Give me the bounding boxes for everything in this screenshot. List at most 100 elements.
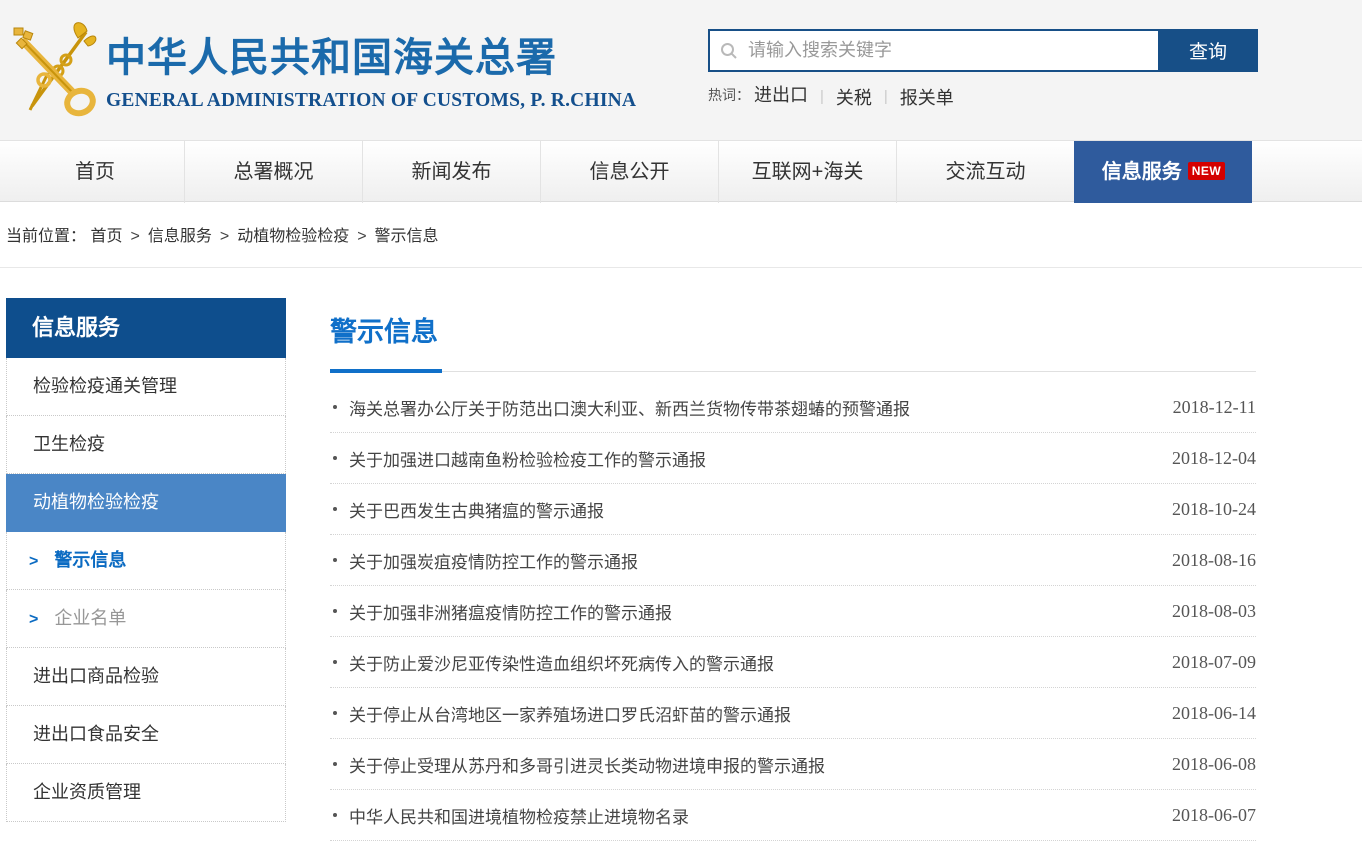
page-title: 警示信息: [330, 310, 1256, 349]
bullet-icon: [333, 405, 337, 409]
breadcrumb-separator: >: [130, 228, 139, 245]
news-link[interactable]: 海关总署办公厅关于防范出口澳大利亚、新西兰货物传带茶翅蝽的预警通报: [349, 395, 1153, 420]
breadcrumb-items: >首页 > 信息服务>动植物检验检疫 > 警示信息: [86, 228, 439, 245]
customs-emblem-icon: [8, 18, 100, 118]
sidebar-item[interactable]: >进出口食品安全: [6, 706, 286, 764]
hotword: | 关税: [808, 84, 872, 110]
news-link[interactable]: 关于停止受理从苏丹和多哥引进灵长类动物进境申报的警示通报: [349, 752, 1152, 777]
bullet-icon: [333, 507, 337, 511]
sidebar-item[interactable]: >动植物检验检疫: [6, 474, 286, 532]
news-link[interactable]: 关于巴西发生古典猪瘟的警示通报: [349, 497, 1152, 522]
nav-item-label: 交流互动: [946, 161, 1026, 183]
bullet-icon: [333, 558, 337, 562]
news-link[interactable]: 关于加强非洲猪瘟疫情防控工作的警示通报: [349, 599, 1152, 624]
site-title-chinese: 中华人民共和国海关总署: [106, 25, 636, 83]
bullet-icon: [333, 762, 337, 766]
sidebar: 信息服务 >检验检疫通关管理 >卫生检疫 >动植物检验检疫 >警示信息 >企业名…: [6, 298, 286, 841]
news-row: 海关总署办公厅关于防范出口澳大利亚、新西兰货物传带茶翅蝽的预警通报 2018-1…: [330, 382, 1256, 433]
hotwords-row: 热词： |进出口 | 关税 | 报关单: [708, 81, 1258, 110]
breadcrumb-label: 当前位置：: [6, 228, 86, 245]
site-header: 中华人民共和国海关总署 GENERAL ADMINISTRATION OF CU…: [0, 0, 1362, 140]
news-row: 关于巴西发生古典猪瘟的警示通报 2018-10-24: [330, 484, 1256, 535]
main-content: 警示信息 海关总署办公厅关于防范出口澳大利亚、新西兰货物传带茶翅蝽的预警通报 2…: [330, 298, 1256, 841]
content: 信息服务 >检验检疫通关管理 >卫生检疫 >动植物检验检疫 >警示信息 >企业名…: [6, 298, 1256, 841]
sidebar-menu: >检验检疫通关管理 >卫生检疫 >动植物检验检疫 >警示信息 >企业名单 >进出…: [6, 358, 286, 822]
nav-item-label: 首页: [75, 161, 115, 183]
news-row: 关于停止从台湾地区一家养殖场进口罗氏沼虾苗的警示通报 2018-06-14: [330, 688, 1256, 739]
nav-item[interactable]: 互联网+海关: [718, 141, 896, 203]
breadcrumb-link[interactable]: 信息服务: [148, 228, 212, 245]
news-date: 2018-06-08: [1172, 754, 1256, 775]
breadcrumb-link[interactable]: 动植物检验检疫: [237, 228, 349, 245]
breadcrumb-separator: >: [357, 228, 366, 245]
news-link[interactable]: 关于停止从台湾地区一家养殖场进口罗氏沼虾苗的警示通报: [349, 701, 1152, 726]
chevron-right-icon: >: [29, 553, 38, 570]
nav-item-label: 新闻发布: [412, 161, 492, 183]
bullet-icon: [333, 813, 337, 817]
news-link[interactable]: 关于加强进口越南鱼粉检验检疫工作的警示通报: [349, 446, 1152, 471]
hotword-separator: |: [820, 88, 824, 105]
bullet-icon: [333, 711, 337, 715]
sidebar-item-label: 进出口商品检验: [33, 666, 159, 686]
breadcrumb-item: > 警示信息: [349, 228, 438, 245]
news-row: 关于停止受理从苏丹和多哥引进灵长类动物进境申报的警示通报 2018-06-08: [330, 739, 1256, 790]
site-title-english: GENERAL ADMINISTRATION OF CUSTOMS, P. R.…: [106, 90, 636, 112]
new-badge: NEW: [1188, 162, 1226, 180]
nav-item[interactable]: 首页: [6, 141, 184, 203]
sidebar-item[interactable]: > 警示信息: [6, 532, 286, 590]
hotword-link[interactable]: 进出口: [754, 81, 808, 107]
nav-item-label: 信息服务: [1102, 161, 1182, 183]
hotword-link[interactable]: 关税: [836, 84, 872, 110]
bullet-icon: [333, 609, 337, 613]
news-link[interactable]: 中华人民共和国进境植物检疫禁止进境物名录: [349, 803, 1152, 828]
brand-logo-block[interactable]: 中华人民共和国海关总署 GENERAL ADMINISTRATION OF CU…: [8, 18, 636, 118]
sidebar-item[interactable]: >企业名单: [6, 590, 286, 648]
bullet-icon: [333, 456, 337, 460]
breadcrumb-link[interactable]: 警示信息: [375, 228, 439, 245]
search-area: 查询 热词： |进出口 | 关税 | 报关单: [708, 29, 1258, 110]
nav-item[interactable]: 信息公开: [540, 141, 718, 203]
sidebar-item[interactable]: >进出口商品检验: [6, 648, 286, 706]
hotword-separator: |: [884, 88, 888, 105]
nav-item[interactable]: 信息服务 NEW: [1074, 141, 1252, 203]
brand-text: 中华人民共和国海关总署 GENERAL ADMINISTRATION OF CU…: [106, 25, 636, 112]
hotwords-list: |进出口 | 关税 | 报关单: [754, 81, 954, 110]
nav-item[interactable]: 新闻发布: [362, 141, 540, 203]
breadcrumb-link[interactable]: 首页: [90, 228, 122, 245]
chevron-right-icon: >: [29, 611, 38, 628]
nav-items: 首页 总署概况 新闻发布 信息公开 互联网+海关 交流互动 信息服务 NEW: [6, 141, 1256, 203]
news-row: 关于加强炭疽疫情防控工作的警示通报 2018-08-16: [330, 535, 1256, 586]
search-button[interactable]: 查询: [1158, 29, 1258, 72]
nav-item[interactable]: 总署概况: [184, 141, 362, 203]
nav-item-label: 互联网+海关: [752, 161, 864, 183]
breadcrumb-bar: 当前位置： >首页 > 信息服务>动植物检验检疫 > 警示信息: [0, 202, 1362, 268]
page: 中华人民共和国海关总署 GENERAL ADMINISTRATION OF CU…: [0, 0, 1362, 841]
sidebar-item[interactable]: >检验检疫通关管理: [6, 358, 286, 416]
sidebar-item[interactable]: >企业资质管理: [6, 764, 286, 822]
news-date: 2018-12-04: [1172, 448, 1256, 469]
news-link[interactable]: 关于防止爱沙尼亚传染性造血组织坏死病传入的警示通报: [349, 650, 1152, 675]
breadcrumb-item: >首页: [90, 228, 122, 245]
hotword-link[interactable]: 报关单: [900, 84, 954, 110]
hotword: |进出口: [754, 81, 808, 107]
nav-item[interactable]: 交流互动: [896, 141, 1074, 203]
sidebar-title: 信息服务: [6, 298, 286, 358]
hotword: | 报关单: [872, 84, 954, 110]
search-input[interactable]: [746, 39, 1148, 62]
news-date: 2018-12-11: [1173, 397, 1256, 418]
hotwords-label: 热词：: [708, 85, 750, 105]
news-row: 关于防止爱沙尼亚传染性造血组织坏死病传入的警示通报 2018-07-09: [330, 637, 1256, 688]
sidebar-item-label: 警示信息: [54, 550, 126, 570]
search-icon: [720, 42, 738, 60]
page-title-block: 警示信息: [330, 298, 1256, 372]
news-date: 2018-08-03: [1172, 601, 1256, 622]
news-row: 中华人民共和国进境植物检疫禁止进境物名录 2018-06-07: [330, 790, 1256, 841]
sidebar-item-label: 动植物检验检疫: [33, 492, 159, 512]
nav-item-label: 总署概况: [234, 161, 314, 183]
breadcrumb-item: >动植物检验检疫: [212, 228, 349, 245]
news-date: 2018-07-09: [1172, 652, 1256, 673]
news-link[interactable]: 关于加强炭疽疫情防控工作的警示通报: [349, 548, 1152, 573]
bullet-icon: [333, 660, 337, 664]
sidebar-item[interactable]: >卫生检疫: [6, 416, 286, 474]
news-date: 2018-10-24: [1172, 499, 1256, 520]
